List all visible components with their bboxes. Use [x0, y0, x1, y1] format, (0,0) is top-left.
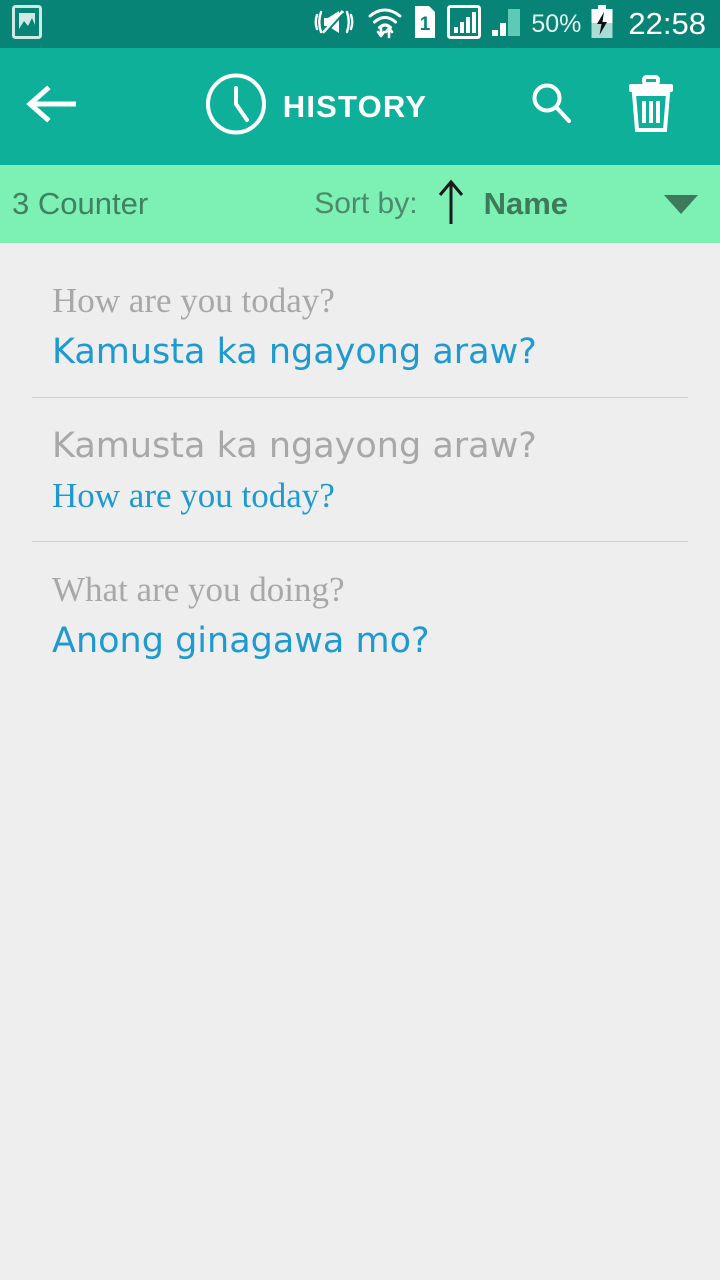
history-item-translation: Anong ginagawa mo? — [52, 620, 430, 661]
vibrate-mute-icon — [314, 6, 358, 43]
history-item-source: What are you doing? — [52, 570, 345, 610]
status-bar-left — [12, 4, 42, 44]
sort-by-label: Sort by: — [314, 187, 418, 220]
signal-bars-secondary-icon — [490, 5, 522, 44]
page-title: HISTORY — [282, 88, 428, 124]
gallery-icon — [12, 4, 42, 44]
back-arrow-icon — [24, 84, 80, 129]
sort-value-label: Name — [483, 186, 568, 221]
app-bar-title-group: HISTORY — [104, 73, 528, 140]
sort-control[interactable]: Sort by: Name — [314, 177, 698, 232]
search-button[interactable] — [528, 80, 576, 133]
sim1-icon: 1 — [412, 5, 438, 44]
delete-button[interactable] — [626, 75, 676, 138]
svg-text:1: 1 — [420, 14, 431, 35]
history-item-translation: Kamusta ka ngayong araw? — [52, 331, 537, 372]
history-item[interactable]: Kamusta ka ngayong araw? How are you tod… — [0, 398, 720, 542]
history-item-source: How are you today? — [52, 281, 335, 320]
clock-icon — [205, 73, 267, 140]
sort-direction-button[interactable] — [434, 177, 468, 232]
app-bar-actions — [528, 75, 720, 138]
app-bar: HISTORY — [0, 48, 720, 165]
search-icon — [528, 83, 576, 132]
back-button[interactable] — [0, 84, 104, 129]
arrow-up-icon — [436, 177, 466, 232]
history-item-source: Kamusta ka ngayong araw? — [52, 425, 537, 466]
history-item[interactable]: What are you doing? Anong ginagawa mo? — [0, 542, 720, 686]
sort-bar: 3 Counter Sort by: Name — [0, 165, 720, 243]
wifi-transfer-icon — [367, 5, 403, 44]
history-item-translation: How are you today? — [52, 476, 335, 516]
status-bar-clock: 22:58 — [628, 6, 706, 41]
chevron-down-icon[interactable] — [664, 194, 698, 214]
status-bar-right: 1 50% 22:58 — [314, 4, 706, 44]
battery-charging-icon — [590, 4, 614, 44]
status-bar: 1 50% 22:58 — [0, 0, 720, 48]
history-item[interactable]: How are you today? Kamusta ka ngayong ar… — [0, 253, 720, 397]
signal-bars-icon — [447, 4, 482, 44]
battery-percent-label: 50% — [531, 9, 582, 38]
trash-icon — [626, 75, 676, 137]
history-list: How are you today? Kamusta ka ngayong ar… — [0, 243, 720, 686]
counter-label: 3 Counter — [12, 186, 149, 221]
